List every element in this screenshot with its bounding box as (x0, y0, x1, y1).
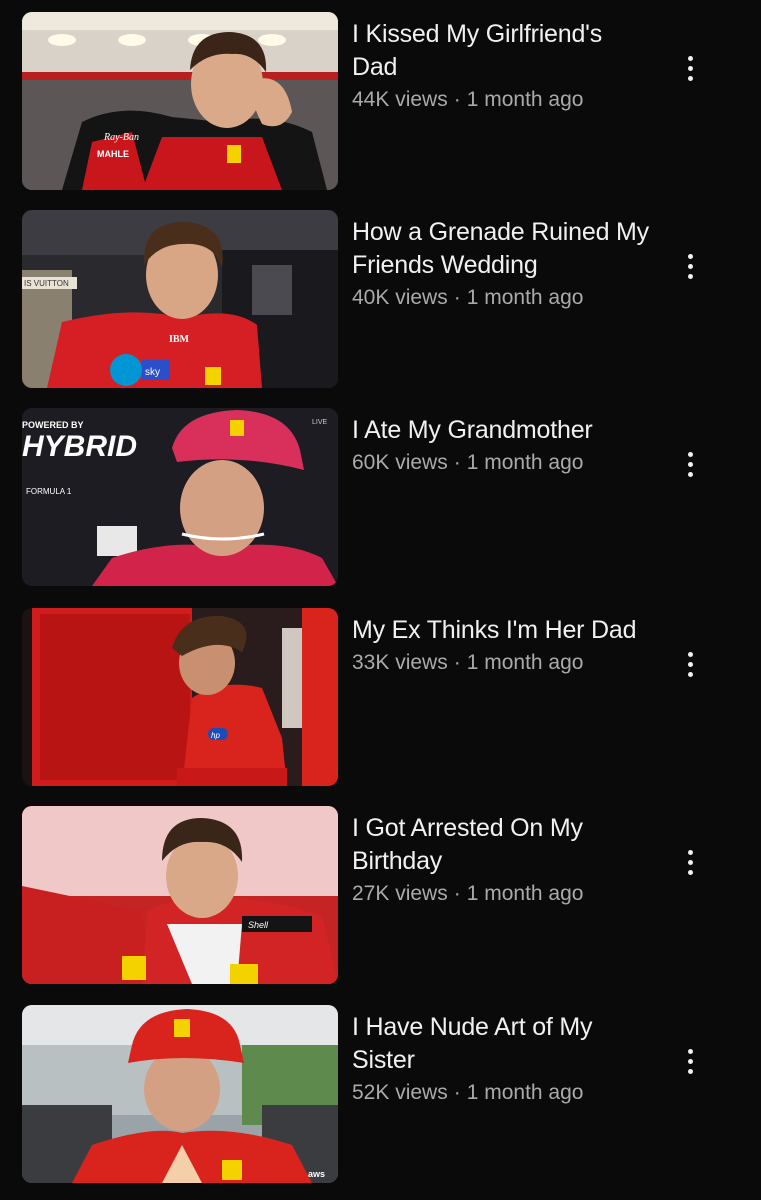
more-vert-icon[interactable] (676, 444, 704, 484)
more-vert-icon[interactable] (676, 48, 704, 88)
view-count: 52K views (352, 1081, 448, 1104)
video-meta: 33K views · 1 month ago (352, 648, 652, 678)
sponsor-logo-rayban: Ray-Ban (103, 132, 139, 143)
more-vert-icon[interactable] (676, 842, 704, 882)
sponsor-logo-ibm: IBM (169, 334, 190, 345)
sponsor-logo-sky: sky (145, 367, 160, 378)
view-count: 27K views (352, 882, 448, 905)
more-vert-icon[interactable] (676, 644, 704, 684)
video-meta: 44K views · 1 month ago (352, 85, 652, 115)
video-item[interactable]: POWERED BY HYBRID FORMULA 1 LIVE I Ate M… (0, 408, 761, 588)
sponsor-logo-hp: hp (211, 731, 220, 740)
upload-age: 1 month ago (466, 1081, 584, 1104)
video-title[interactable]: I Ate My Grandmother (352, 414, 652, 447)
meta-separator: · (453, 651, 461, 674)
thumbnail-image: POWERED BY HYBRID FORMULA 1 LIVE (22, 408, 338, 586)
banner-formula1: FORMULA 1 (26, 487, 72, 496)
view-count: 40K views (352, 286, 448, 309)
video-info: I Kissed My Girlfriend's Dad 44K views · 1… (352, 18, 652, 115)
view-count: 44K views (352, 88, 448, 111)
video-title[interactable]: How a Grenade Ruined My Friends Wedding (352, 216, 652, 282)
video-info: I Have Nude Art of My Sister 52K views · 1… (352, 1011, 652, 1108)
more-vert-icon[interactable] (676, 246, 704, 286)
view-count: 60K views (352, 451, 448, 474)
upload-age: 1 month ago (466, 651, 584, 674)
video-meta: 27K views · 1 month ago (352, 879, 652, 909)
sponsor-logo-shell: Shell (248, 920, 269, 930)
video-item[interactable]: IS VUITTON IBM sky How a Grenade Ruined … (0, 210, 761, 390)
thumbnail-image: IS VUITTON IBM sky (22, 210, 338, 388)
meta-separator: · (453, 286, 461, 309)
thumbnail-image: Shell (22, 806, 338, 984)
upload-age: 1 month ago (466, 882, 584, 905)
video-meta: 40K views · 1 month ago (352, 283, 652, 313)
video-thumbnail[interactable]: Shell (22, 806, 338, 984)
sponsor-logo-aws: aws (308, 1169, 325, 1179)
video-meta: 52K views · 1 month ago (352, 1078, 652, 1108)
video-info: I Got Arrested On My Birthday 27K views ·… (352, 812, 652, 909)
sponsor-logo-mahle: MAHLE (97, 149, 129, 159)
banner-powered-by: POWERED BY (22, 420, 84, 430)
video-item[interactable]: Shell I Got Arrested On My Birthday 27K … (0, 806, 761, 986)
video-item[interactable]: aws I Have Nude Art of My Sister 52K vie… (0, 1005, 761, 1185)
upload-age: 1 month ago (466, 88, 584, 111)
upload-age: 1 month ago (466, 286, 584, 309)
upload-age: 1 month ago (466, 451, 584, 474)
thumbnail-image: hp (22, 608, 338, 786)
video-title[interactable]: My Ex Thinks I'm Her Dad (352, 614, 652, 647)
live-badge: LIVE (312, 419, 328, 426)
video-item[interactable]: hp My Ex Thinks I'm Her Dad 33K views · 1 … (0, 608, 761, 788)
video-thumbnail[interactable]: POWERED BY HYBRID FORMULA 1 LIVE (22, 408, 338, 586)
video-info: How a Grenade Ruined My Friends Wedding … (352, 216, 652, 313)
more-vert-icon[interactable] (676, 1041, 704, 1081)
thumbnail-image: Ray-Ban MAHLE (22, 12, 338, 190)
video-info: I Ate My Grandmother 60K views · 1 month a… (352, 414, 652, 478)
meta-separator: · (453, 451, 461, 474)
video-meta: 60K views · 1 month ago (352, 448, 652, 478)
video-thumbnail[interactable]: IS VUITTON IBM sky (22, 210, 338, 388)
thumbnail-image: aws (22, 1005, 338, 1183)
sponsor-logo-lv: IS VUITTON (24, 279, 69, 288)
video-title[interactable]: I Kissed My Girlfriend's Dad (352, 18, 652, 84)
meta-separator: · (453, 88, 461, 111)
video-title[interactable]: I Have Nude Art of My Sister (352, 1011, 652, 1077)
banner-hybrid: HYBRID (22, 430, 137, 463)
meta-separator: · (453, 1081, 461, 1104)
view-count: 33K views (352, 651, 448, 674)
video-item[interactable]: Ray-Ban MAHLE I Kissed My Girlfriend's D… (0, 12, 761, 192)
video-thumbnail[interactable]: aws (22, 1005, 338, 1183)
video-thumbnail[interactable]: hp (22, 608, 338, 786)
video-info: My Ex Thinks I'm Her Dad 33K views · 1 mon… (352, 614, 652, 678)
video-thumbnail[interactable]: Ray-Ban MAHLE (22, 12, 338, 190)
video-title[interactable]: I Got Arrested On My Birthday (352, 812, 652, 878)
meta-separator: · (453, 882, 461, 905)
